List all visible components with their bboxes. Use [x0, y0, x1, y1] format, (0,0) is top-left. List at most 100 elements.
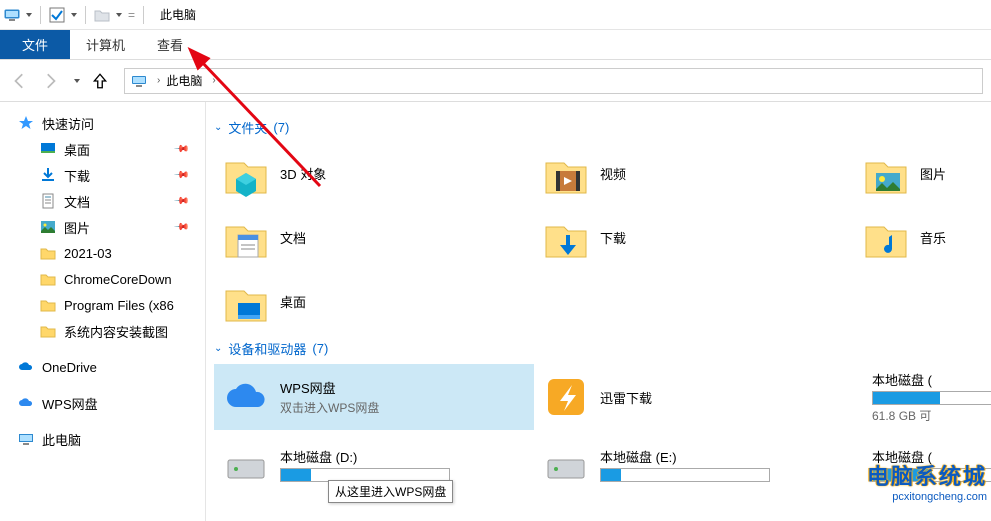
sidebar-item-folder[interactable]: Program Files (x86 [0, 292, 205, 318]
ribbon: 文件 计算机 查看 [0, 30, 991, 60]
label: 桌面 [280, 292, 306, 311]
label: 视频 [600, 164, 626, 183]
ribbon-overflow[interactable]: = [128, 8, 135, 22]
document-icon [40, 193, 56, 209]
sidebar-item-pictures[interactable]: 图片 📌 [0, 214, 205, 240]
download-icon [542, 213, 590, 261]
label: 本地磁盘 (E:) [600, 447, 770, 466]
3d-objects-icon [222, 149, 270, 197]
checkbox-icon[interactable] [49, 7, 65, 23]
folder-icon [40, 271, 56, 287]
sidebar-quick-access[interactable]: 快速访问 [0, 110, 205, 136]
window-title: 此电脑 [160, 6, 196, 23]
nav-history-button[interactable] [68, 69, 82, 93]
folder-3d-objects[interactable]: 3D 对象 [214, 143, 534, 203]
this-pc-icon [4, 7, 20, 23]
star-icon [18, 115, 34, 131]
music-icon [862, 213, 910, 261]
tooltip: 从这里进入WPS网盘 [328, 480, 453, 503]
label: OneDrive [42, 360, 97, 375]
section-devices[interactable]: ⌄ 设备和驱动器 (7) [214, 339, 983, 358]
quick-launch: = [0, 6, 154, 24]
label: ChromeCoreDown [64, 272, 172, 287]
label: 音乐 [920, 228, 946, 247]
ribbon-tab-computer[interactable]: 计算机 [70, 30, 141, 59]
sidebar-this-pc[interactable]: 此电脑 [0, 426, 205, 452]
chevron-down-icon: ⌄ [214, 343, 222, 354]
sidebar: 快速访问 桌面📌 下载📌 文档 📌 图片 📌 2021-03 [0, 102, 206, 521]
label: WPS网盘 [280, 378, 379, 397]
folder-icon [40, 323, 56, 339]
device-wps[interactable]: WPS网盘 双击进入WPS网盘 [214, 364, 534, 430]
drive-icon [222, 440, 270, 488]
folder-downloads[interactable]: 下载 [534, 207, 854, 267]
folder-icon[interactable] [94, 7, 110, 23]
label: 文档 [64, 192, 90, 211]
watermark-text: 电脑系统城 [867, 459, 987, 491]
label: WPS网盘 [42, 394, 98, 413]
folder-music[interactable]: 音乐 [854, 207, 974, 267]
sidebar-wps[interactable]: WPS网盘 [0, 390, 205, 416]
label: 3D 对象 [280, 164, 326, 183]
sidebar-item-desktop[interactable]: 桌面📌 [0, 136, 205, 162]
label: 文件夹 [228, 118, 267, 137]
folder-documents[interactable]: 文档 [214, 207, 534, 267]
section-folders[interactable]: ⌄ 文件夹 (7) [214, 118, 983, 137]
folder-desktop[interactable]: 桌面 [214, 271, 534, 331]
device-xunlei[interactable]: 迅雷下载 [534, 364, 854, 430]
xunlei-icon [542, 373, 590, 421]
pin-icon: 📌 [172, 193, 189, 210]
label: 系统内容安装截图 [64, 322, 168, 341]
nav-forward-button[interactable] [38, 69, 62, 93]
sidebar-item-documents[interactable]: 文档 📌 [0, 188, 205, 214]
folder-videos[interactable]: 视频 [534, 143, 854, 203]
sidebar-onedrive[interactable]: OneDrive [0, 354, 205, 380]
capacity-bar [872, 391, 991, 405]
folder-pictures[interactable]: 图片 [854, 143, 974, 203]
address-bar[interactable]: › 此电脑 › [124, 68, 983, 94]
chevron-right-icon[interactable]: › [157, 75, 160, 86]
label: 本地磁盘 ( [872, 370, 991, 389]
capacity-bar [600, 468, 770, 482]
video-icon [542, 149, 590, 197]
sidebar-item-folder[interactable]: 2021-03 [0, 240, 205, 266]
drive-icon [542, 440, 590, 488]
label: 2021-03 [64, 246, 112, 261]
sidebar-item-folder[interactable]: ChromeCoreDown [0, 266, 205, 292]
document-icon [222, 213, 270, 261]
nav-back-button[interactable] [8, 69, 32, 93]
nav-up-button[interactable] [88, 69, 112, 93]
label: 快速访问 [42, 114, 94, 133]
label: 桌面 [64, 140, 90, 159]
drive-local-e[interactable]: 本地磁盘 (E:) [534, 434, 854, 494]
wps-cloud-icon [18, 395, 34, 411]
wps-cloud-icon [222, 373, 270, 421]
label: 设备和驱动器 [228, 339, 306, 358]
count: (7) [312, 341, 328, 356]
watermark: 电脑系统城 pcxitongcheng.com [867, 459, 987, 503]
folder-icon [40, 245, 56, 261]
label: 迅雷下载 [600, 388, 652, 407]
menu-chevron-icon[interactable] [116, 13, 122, 17]
desktop-icon [222, 277, 270, 325]
subtitle: 双击进入WPS网盘 [280, 399, 379, 416]
menu-chevron-icon[interactable] [71, 13, 77, 17]
chevron-down-icon: ⌄ [214, 122, 222, 133]
pin-icon: 📌 [172, 219, 189, 236]
navbar: › 此电脑 › [0, 60, 991, 102]
drive-local[interactable]: 本地磁盘 ( 61.8 GB 可 [854, 364, 974, 430]
capacity: 61.8 GB 可 [872, 407, 991, 424]
label: 图片 [64, 218, 90, 237]
chevron-right-icon[interactable]: › [212, 75, 215, 86]
ribbon-tab-file[interactable]: 文件 [0, 30, 70, 59]
count: (7) [273, 120, 289, 135]
label: Program Files (x86 [64, 298, 174, 313]
folder-icon [40, 297, 56, 313]
breadcrumb-item[interactable]: 此电脑 [166, 72, 202, 89]
ribbon-tab-view[interactable]: 查看 [141, 30, 199, 59]
picture-icon [40, 219, 56, 235]
sidebar-item-downloads[interactable]: 下载📌 [0, 162, 205, 188]
menu-chevron-icon[interactable] [26, 13, 32, 17]
download-icon [40, 167, 56, 183]
sidebar-item-folder[interactable]: 系统内容安装截图 [0, 318, 205, 344]
